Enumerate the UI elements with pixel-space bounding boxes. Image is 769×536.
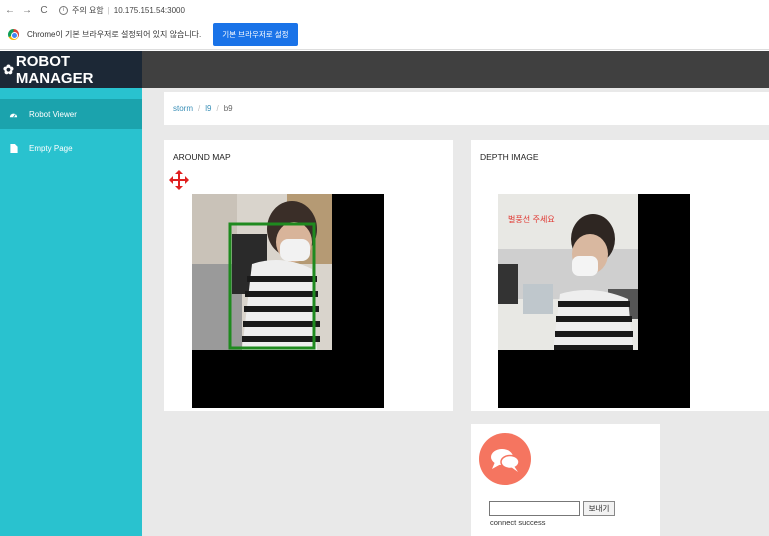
sidebar-item-empty-page[interactable]: Empty Page	[0, 133, 142, 163]
info-icon[interactable]: i	[59, 5, 68, 15]
depth-image-feed: 벌풍선 주세요	[498, 194, 690, 408]
breadcrumb: storm / l9 / b9	[164, 92, 769, 125]
chat-message-input[interactable]	[489, 501, 580, 516]
breadcrumb-item[interactable]: l9	[205, 104, 211, 113]
around-map-camera-feed	[192, 194, 384, 408]
around-map-panel: AROUND MAP	[164, 140, 453, 411]
main-content: storm / l9 / b9 AROUND MAP DEPTH IMAGE 벌…	[142, 88, 769, 536]
depth-overlay-text: 벌풍선 주세요	[508, 215, 555, 224]
sidebar-item-label: Empty Page	[29, 143, 73, 153]
chrome-logo-icon	[8, 29, 19, 40]
set-default-browser-button[interactable]: 기본 브라우저로 설정	[213, 23, 298, 46]
depth-image-panel: DEPTH IMAGE 벌풍선 주세요	[471, 140, 769, 411]
panel-title: AROUND MAP	[173, 152, 231, 162]
move-icon[interactable]	[169, 170, 189, 190]
default-browser-infobar: Chrome이 기본 브라우저로 설정되어 있지 않습니다. 기본 브라우저로 …	[0, 20, 769, 50]
chat-avatar	[479, 433, 531, 485]
address-bar[interactable]: i 주의 요함 | 10.175.151.54:3000	[59, 5, 185, 16]
back-button[interactable]: ←	[3, 5, 17, 16]
breadcrumb-separator: /	[198, 104, 201, 113]
security-label: 주의 요함	[72, 5, 104, 15]
breadcrumb-item: b9	[223, 104, 233, 113]
brand[interactable]: ✿ ROBOT MANAGER	[0, 51, 142, 88]
sidebar-item-robot-viewer[interactable]: Robot Viewer	[0, 99, 142, 129]
panel-title: DEPTH IMAGE	[480, 152, 539, 162]
sidebar: Robot Viewer Empty Page	[0, 88, 142, 536]
chat-panel: 보내기 connect success	[471, 424, 660, 536]
breadcrumb-separator: /	[216, 104, 219, 113]
browser-toolbar: ← → C i 주의 요함 | 10.175.151.54:3000	[0, 0, 769, 20]
breadcrumb-item[interactable]: storm	[173, 104, 193, 113]
camera-frame-image	[192, 194, 332, 350]
chat-bubbles-icon	[491, 449, 520, 472]
url-text[interactable]: 10.175.151.54:3000	[114, 6, 185, 15]
depth-frame-image: 벌풍선 주세요	[498, 194, 638, 350]
url-separator: |	[107, 5, 110, 15]
forward-button[interactable]: →	[20, 5, 34, 16]
sidebar-item-label: Robot Viewer	[29, 109, 77, 119]
reload-button[interactable]: C	[37, 5, 51, 16]
connection-status: connect success	[490, 518, 546, 527]
app-header: ✿ ROBOT MANAGER	[0, 51, 769, 88]
brand-title: ROBOT MANAGER	[15, 52, 94, 87]
gear-icon: ✿	[3, 61, 14, 77]
send-button[interactable]: 보내기	[583, 501, 615, 516]
dashboard-icon	[9, 110, 18, 119]
infobar-message: Chrome이 기본 브라우저로 설정되어 있지 않습니다.	[27, 30, 202, 39]
file-icon	[9, 143, 18, 153]
